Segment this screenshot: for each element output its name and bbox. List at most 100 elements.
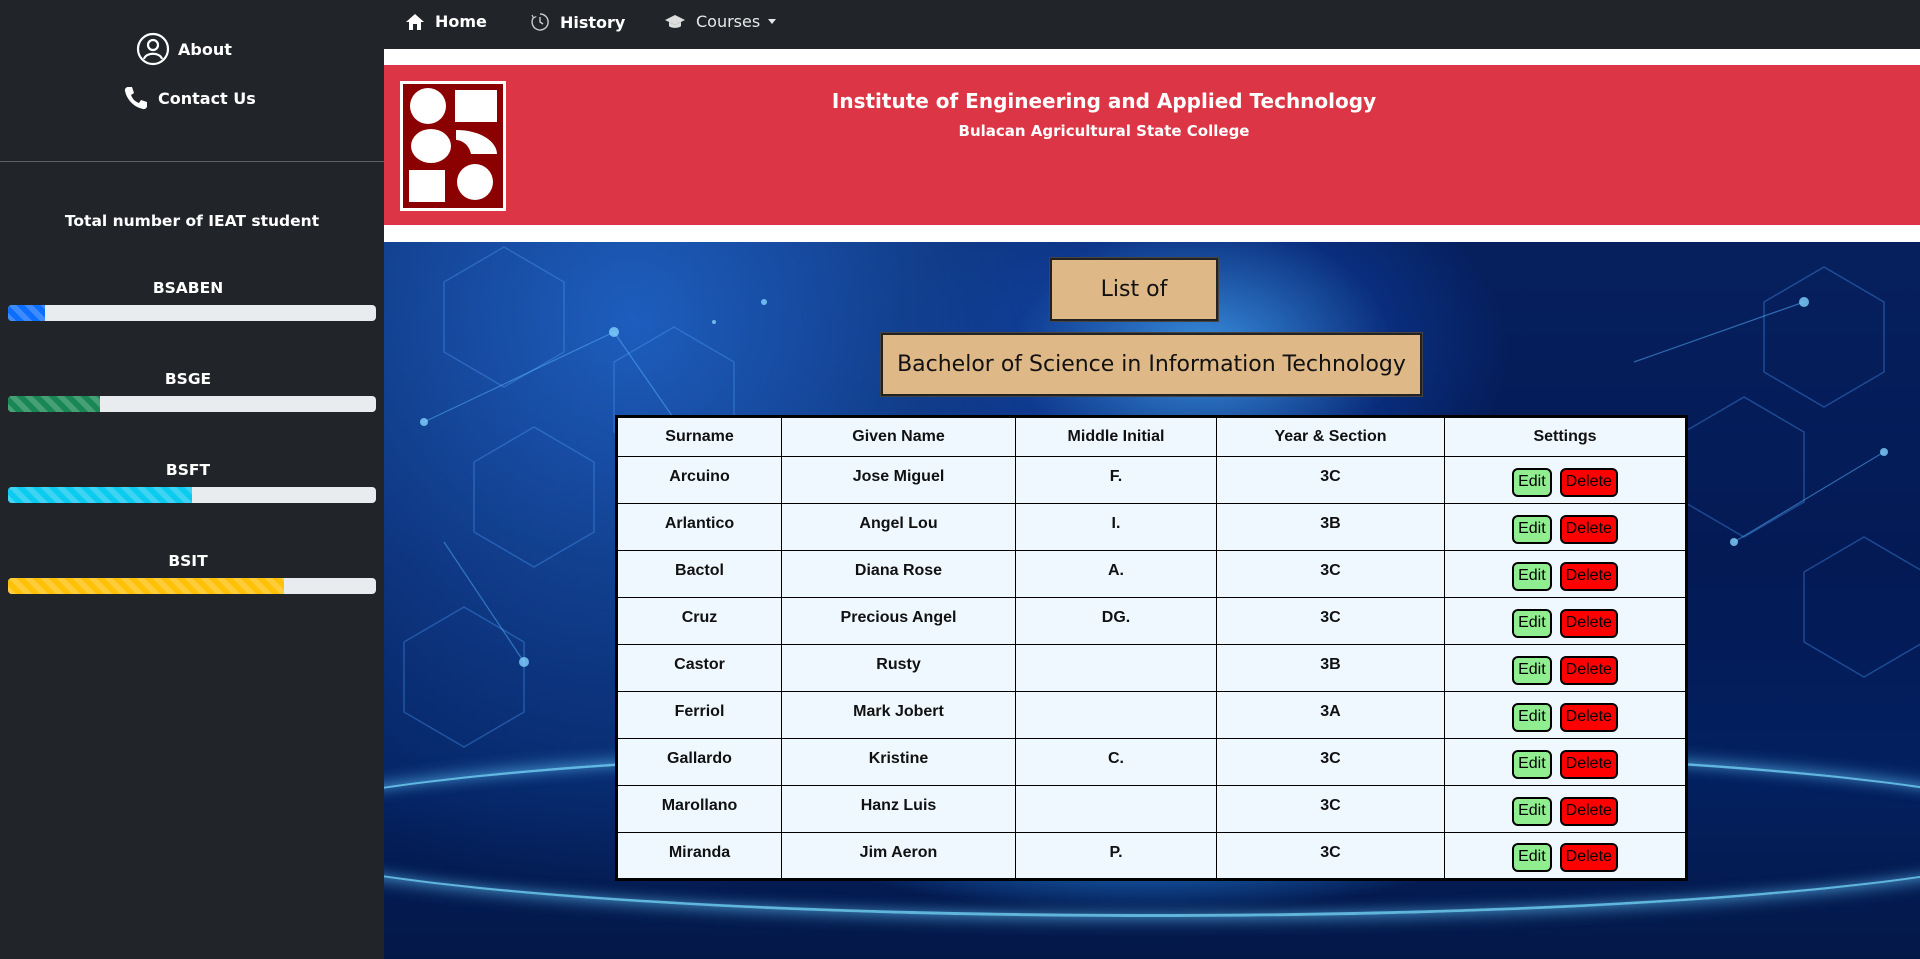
cell-middle-initial — [1015, 691, 1217, 739]
cell-settings: Edit Delete — [1444, 832, 1687, 880]
nav-history[interactable]: History — [530, 12, 625, 32]
progress-track — [8, 305, 376, 321]
cell-given-name: Hanz Luis — [781, 785, 1016, 833]
cell-year-section: 3B — [1216, 503, 1445, 551]
delete-button[interactable]: Delete — [1559, 514, 1618, 544]
edit-button[interactable]: Edit — [1512, 467, 1552, 497]
cell-given-name: Jim Aeron — [781, 832, 1016, 880]
cell-middle-initial: A. — [1015, 550, 1217, 598]
cell-year-section: 3C — [1216, 550, 1445, 598]
cell-year-section: 3C — [1216, 785, 1445, 833]
edit-button[interactable]: Edit — [1512, 514, 1552, 544]
cell-year-section: 3A — [1216, 691, 1445, 739]
cell-settings: Edit Delete — [1444, 550, 1687, 598]
program-label: BSIT — [168, 552, 208, 570]
table-row: Bactol Diana Rose A. 3C Edit Delete — [616, 550, 1687, 598]
cell-given-name: Rusty — [781, 644, 1016, 692]
cell-settings: Edit Delete — [1444, 503, 1687, 551]
cell-surname: Castor — [616, 644, 782, 692]
cell-middle-initial: DG. — [1015, 597, 1217, 645]
delete-button[interactable]: Delete — [1559, 655, 1618, 685]
column-header-year-section: Year & Section — [1216, 416, 1445, 457]
delete-button[interactable]: Delete — [1559, 467, 1618, 497]
cell-surname: Arcuino — [616, 456, 782, 504]
sidebar: About Contact Us Total number of IEAT st… — [0, 0, 384, 959]
delete-button[interactable]: Delete — [1559, 561, 1618, 591]
sidebar-links: About Contact Us — [0, 0, 384, 162]
institute-title: Institute of Engineering and Applied Tec… — [831, 89, 1377, 113]
cell-middle-initial: P. — [1015, 832, 1217, 880]
cell-year-section: 3B — [1216, 644, 1445, 692]
cell-settings: Edit Delete — [1444, 644, 1687, 692]
column-header-middle-initial: Middle Initial — [1015, 416, 1217, 457]
column-header-settings: Settings — [1444, 416, 1687, 457]
edit-button[interactable]: Edit — [1512, 702, 1552, 732]
cell-given-name: Jose Miguel — [781, 456, 1016, 504]
progress-track — [8, 396, 376, 412]
table-header-row: Surname Given Name Middle Initial Year &… — [616, 416, 1687, 457]
cell-surname: Miranda — [616, 832, 782, 880]
cell-settings: Edit Delete — [1444, 738, 1687, 786]
cell-surname: Ferriol — [616, 691, 782, 739]
nav-home[interactable]: Home — [405, 12, 487, 31]
delete-button[interactable]: Delete — [1559, 843, 1618, 872]
list-of-students-title: List of Students — [1050, 258, 1218, 361]
edit-button[interactable]: Edit — [1512, 608, 1552, 638]
clock-history-icon — [530, 12, 550, 32]
cell-surname: Arlantico — [616, 503, 782, 551]
about-label: About — [178, 39, 232, 59]
program-label: BSABEN — [152, 279, 224, 297]
phone-icon — [122, 84, 150, 112]
main-content: List of Students Bachelor of Science in … — [384, 242, 1920, 959]
cell-middle-initial: C. — [1015, 738, 1217, 786]
user-circle-icon — [136, 32, 170, 66]
contact-us-label: Contact Us — [158, 88, 256, 108]
table-row: Arcuino Jose Miguel F. 3C Edit Delete — [616, 456, 1687, 504]
progress-fill — [8, 578, 284, 594]
cell-given-name: Diana Rose — [781, 550, 1016, 598]
table-row: Miranda Jim Aeron P. 3C Edit Delete — [616, 832, 1687, 880]
delete-button[interactable]: Delete — [1559, 749, 1618, 779]
nav-courses-dropdown[interactable]: Courses — [664, 12, 777, 31]
program-progress-bsaben: BSABEN — [8, 279, 376, 321]
cell-middle-initial: F. — [1015, 456, 1217, 504]
delete-button[interactable]: Delete — [1559, 702, 1618, 732]
edit-button[interactable]: Edit — [1512, 843, 1552, 872]
cell-surname: Marollano — [616, 785, 782, 833]
edit-button[interactable]: Edit — [1512, 561, 1552, 591]
graduation-cap-icon — [664, 13, 686, 31]
college-subtitle: Bulacan Agricultural State College — [958, 122, 1250, 140]
table-row: Marollano Hanz Luis 3C Edit Delete — [616, 785, 1687, 833]
about-link[interactable]: About — [136, 32, 232, 66]
cell-surname: Bactol — [616, 550, 782, 598]
program-progress-bsit: BSIT — [8, 552, 376, 594]
progress-track — [8, 578, 376, 594]
cell-given-name: Kristine — [781, 738, 1016, 786]
total-students-title: Total number of IEAT student — [64, 212, 320, 230]
contact-us-link[interactable]: Contact Us — [122, 84, 256, 112]
program-progress-bsft: BSFT — [8, 461, 376, 503]
cell-given-name: Mark Jobert — [781, 691, 1016, 739]
cell-settings: Edit Delete — [1444, 456, 1687, 504]
cell-middle-initial — [1015, 785, 1217, 833]
table-row: Arlantico Angel Lou I. 3B Edit Delete — [616, 503, 1687, 551]
delete-button[interactable]: Delete — [1559, 796, 1618, 826]
students-table: Surname Given Name Middle Initial Year &… — [615, 415, 1688, 881]
home-icon — [405, 13, 425, 31]
progress-fill — [8, 305, 45, 321]
cell-middle-initial: I. — [1015, 503, 1217, 551]
column-header-surname: Surname — [616, 416, 782, 457]
progress-fill — [8, 396, 100, 412]
edit-button[interactable]: Edit — [1512, 655, 1552, 685]
table-row: Castor Rusty 3B Edit Delete — [616, 644, 1687, 692]
delete-button[interactable]: Delete — [1559, 608, 1618, 638]
nav-home-label: Home — [435, 12, 487, 31]
chevron-down-icon — [768, 19, 777, 24]
cell-settings: Edit Delete — [1444, 691, 1687, 739]
edit-button[interactable]: Edit — [1512, 749, 1552, 779]
program-label: BSFT — [165, 461, 211, 479]
cell-year-section: 3C — [1216, 456, 1445, 504]
cell-year-section: 3C — [1216, 597, 1445, 645]
edit-button[interactable]: Edit — [1512, 796, 1552, 826]
cell-given-name: Angel Lou — [781, 503, 1016, 551]
